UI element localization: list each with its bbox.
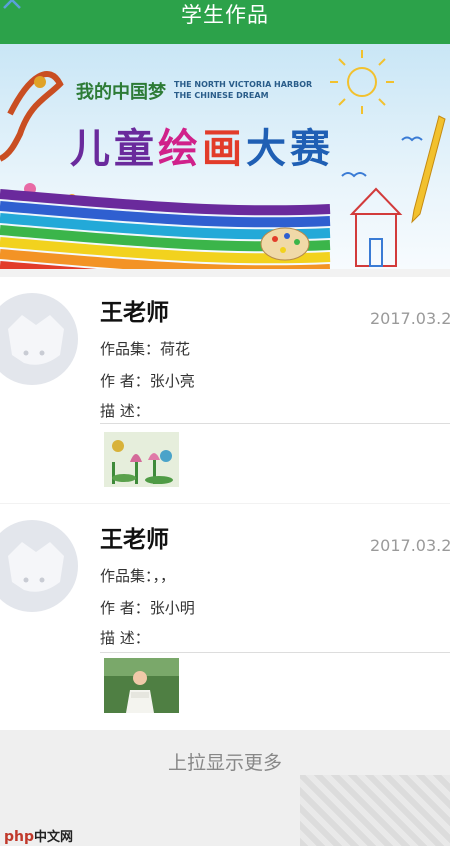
teacher-name: 王老师 <box>100 300 169 326</box>
banner-title: 儿童绘画大赛 <box>70 116 334 174</box>
banner-title-part-4: 大赛 <box>246 126 334 172</box>
avatar[interactable] <box>0 520 78 612</box>
default-avatar-icon <box>8 542 64 592</box>
description-label: 描 述： <box>100 629 150 647</box>
watermark-site-text: 中文网 <box>34 830 74 845</box>
collection-label: 作品集：荷花 <box>100 340 191 358</box>
default-avatar-icon <box>8 315 64 365</box>
page-title: 学生作品 <box>181 3 269 27</box>
avatar[interactable] <box>0 293 78 385</box>
divider <box>100 423 450 424</box>
watermark-logo-text: php <box>4 829 35 845</box>
teacher-name: 王老师 <box>100 527 169 553</box>
banner-title-part-1: 儿童 <box>70 126 158 172</box>
banner-title-part-3: 画 <box>202 126 246 172</box>
blurred-region <box>300 775 450 846</box>
post-card[interactable]: 王老师 2017.03.29 作品集：荷花 作 者：张小亮 描 述： <box>0 277 450 503</box>
banner-title-part-2: 绘 <box>158 126 202 172</box>
description-label: 描 述： <box>100 402 150 420</box>
author-label: 作 者：张小亮 <box>100 372 195 390</box>
author-label: 作 者：张小明 <box>100 599 195 617</box>
banner-english-line-1: THE NORTH VICTORIA HARBOR <box>174 80 313 89</box>
banner-english-line-2: THE CHINESE DREAM <box>174 91 269 100</box>
child-photo-image <box>104 658 179 713</box>
artwork-thumbnail[interactable] <box>104 658 179 713</box>
lotus-painting-image <box>104 432 179 487</box>
app-header: 学生作品 <box>0 0 450 44</box>
site-watermark: php中文网 <box>4 826 73 845</box>
post-date: 2017.03.29 <box>370 309 450 328</box>
banner-subtitle: 我的中国梦 <box>76 82 166 103</box>
contest-banner[interactable]: 我的中国梦 THE NORTH VICTORIA HARBOR THE CHIN… <box>0 44 450 269</box>
artwork-thumbnail[interactable] <box>104 432 179 487</box>
post-date: 2017.03.28 <box>370 536 450 555</box>
collection-label: 作品集：，， <box>100 567 176 585</box>
load-more-label: 上拉显示更多 <box>167 752 282 774</box>
post-card[interactable]: 王老师 2017.03.28 作品集：，， 作 者：张小明 描 述： <box>0 504 450 730</box>
divider <box>100 652 450 653</box>
